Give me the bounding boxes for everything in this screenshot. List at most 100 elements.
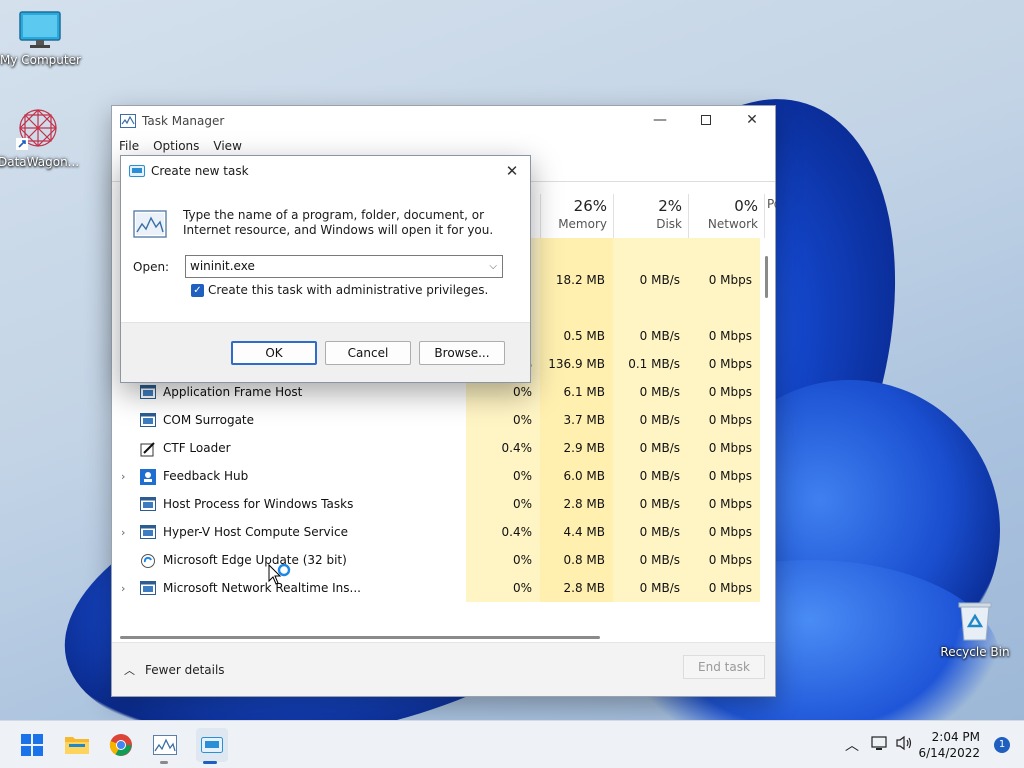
disk-percent: 2% [658,197,682,215]
open-label: Open: [133,260,170,274]
task-manager-titlebar[interactable]: Task Manager — ✕ [112,106,775,136]
table-row[interactable]: › Hyper-V Host Compute Service 0.4% 4.4 MB 0… [112,518,765,546]
notification-badge[interactable]: 1 [994,737,1010,753]
column-header-disk[interactable]: 2% Disk [613,194,688,238]
menu-view[interactable]: View [213,139,241,153]
clock-time: 2:04 PM [931,730,980,744]
network-cell: 0 Mbps [688,574,760,602]
disk-cell: 0 MB/s [613,462,688,490]
disk-cell: 0 MB/s [613,490,688,518]
open-input[interactable]: wininit.exe ⌵ [185,255,503,278]
table-row[interactable]: Host Process for Windows Tasks 0% 2.8 MB 0 … [112,490,765,518]
open-input-value: wininit.exe [190,259,255,273]
process-name: Host Process for Windows Tasks [163,497,354,511]
minimize-button[interactable]: — [637,106,683,134]
busy-cursor-icon [268,564,291,585]
run-dialog-icon [129,165,145,177]
process-name: Feedback Hub [163,469,249,483]
horizontal-scrollbar[interactable] [120,636,600,639]
end-task-button[interactable]: End task [683,655,765,679]
disk-cell: 0 MB/s [613,518,688,546]
taskbar-task-manager[interactable] [151,731,179,759]
power-label: Po [767,197,776,211]
vertical-scrollbar[interactable] [765,256,768,298]
maximize-button[interactable] [683,106,729,134]
fewer-details-label: Fewer details [145,663,225,677]
table-row[interactable]: › Feedback Hub 0% 6.0 MB 0 MB/s 0 Mbps [112,462,765,490]
memory-cell: 136.9 MB [540,350,613,378]
dialog-close-button[interactable]: ✕ [500,160,524,182]
browse-button[interactable]: Browse... [419,341,505,365]
menu-options[interactable]: Options [153,139,199,153]
run-dialog-icon [201,737,223,753]
disk-cell [613,294,688,322]
process-window-icon [140,497,156,511]
desktop-icon-recycle-bin[interactable]: Recycle Bin [935,600,1015,659]
cpu-cell: 0% [466,546,540,574]
process-name: Application Frame Host [163,385,303,399]
close-icon: ✕ [505,162,519,180]
disk-cell: 0 MB/s [613,266,688,294]
start-icon [21,734,43,756]
taskbar: ︿ 2:04 PM 6/14/2022 1 [0,720,1024,768]
process-name: CTF Loader [163,441,231,455]
memory-label: Memory [558,217,607,231]
cpu-cell: 0.4% [466,518,540,546]
memory-cell [540,238,613,266]
menu-file[interactable]: File [119,139,139,153]
desktop-icon-label: My Computer [0,53,81,67]
ctf-loader-icon [140,441,156,457]
process-window-icon [140,413,156,427]
clock[interactable]: 2:04 PM 6/14/2022 [918,729,980,761]
column-header-memory[interactable]: 26% Memory [540,194,613,238]
chevron-up-icon: ︿ [845,738,859,754]
datawagon-icon [16,109,57,150]
network-cell: 0 Mbps [688,490,760,518]
desktop-icon-datawagon[interactable]: DataWagon... [0,104,80,169]
table-row[interactable]: Microsoft Edge Update (32 bit) 0% 0.8 MB 0 … [112,546,765,574]
table-row[interactable]: CTF Loader 0.4% 2.9 MB 0 MB/s 0 Mbps [112,434,765,462]
table-row[interactable]: COM Surrogate 0% 3.7 MB 0 MB/s 0 Mbps [112,406,765,434]
cancel-button[interactable]: Cancel [325,341,411,365]
close-button[interactable]: ✕ [729,106,775,134]
column-header-network[interactable]: 0% Network [688,194,764,238]
monitor-icon [19,11,61,48]
desktop-icon-my-computer[interactable]: My Computer [0,10,81,67]
volume-icon[interactable] [895,735,913,755]
chevron-right-icon[interactable]: › [121,470,125,483]
network-icon[interactable] [871,735,889,755]
memory-cell: 2.9 MB [540,434,613,462]
network-cell: 0 Mbps [688,518,760,546]
admin-checkbox[interactable]: ✓ [191,283,204,297]
admin-privileges-option[interactable]: ✓ Create this task with administrative p… [191,283,488,297]
disk-cell: 0 MB/s [613,406,688,434]
process-name: Hyper-V Host Compute Service [163,525,348,539]
chevron-right-icon[interactable]: › [121,526,125,539]
taskbar-run-dialog[interactable] [198,731,226,759]
window-title: Task Manager [142,114,225,128]
start-button[interactable] [18,731,46,759]
clock-date: 6/14/2022 [918,746,980,760]
show-hidden-icons-button[interactable]: ︿ [845,735,859,755]
desktop-icon-label: DataWagon... [0,155,80,169]
process-window-icon [140,385,156,399]
ok-button[interactable]: OK [231,341,317,365]
chevron-right-icon[interactable]: › [121,582,125,595]
network-cell [688,294,760,322]
dialog-titlebar[interactable]: Create new task [121,156,530,186]
chevron-down-icon[interactable]: ⌵ [489,256,497,277]
fewer-details-button[interactable]: ︿ Fewer details [124,662,225,678]
taskbar-chrome[interactable] [107,731,135,759]
desktop-icon-label: Recycle Bin [940,645,1010,659]
disk-cell: 0 MB/s [613,574,688,602]
table-row[interactable]: › Microsoft Network Realtime Ins... 0% 2.8 … [112,574,765,602]
maximize-icon [701,115,711,125]
task-manager-footer: ︿ Fewer details End task [112,642,775,696]
memory-cell: 0.8 MB [540,546,613,574]
active-indicator [203,761,217,764]
memory-cell: 4.4 MB [540,518,613,546]
column-header-power[interactable]: Po [764,194,776,238]
cpu-cell: 0% [466,462,540,490]
taskbar-file-explorer[interactable] [63,731,91,759]
cpu-cell: 0% [466,490,540,518]
